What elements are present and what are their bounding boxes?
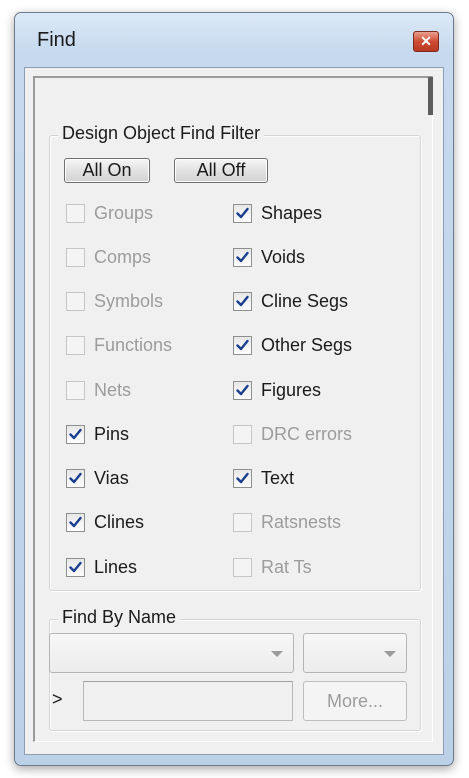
name-prompt-icon: >	[52, 689, 63, 709]
filter-checkbox-label: Voids	[261, 246, 306, 267]
filter-checkbox-label: Other Segs	[261, 335, 353, 356]
find-filter-group-label: Design Object Find Filter	[58, 123, 265, 144]
filter-checkbox-drc-errors[interactable]: DRC errors	[233, 420, 352, 448]
filter-checkbox-label: Rat Ts	[261, 556, 312, 577]
checkbox-unchecked[interactable]	[233, 513, 252, 533]
all-on-button[interactable]: All On	[64, 158, 150, 183]
checkmark-icon	[236, 472, 249, 484]
title-bar[interactable]: Find ✕	[15, 13, 453, 67]
checkmark-icon	[236, 384, 249, 395]
filter-checkbox-clines[interactable]: Clines	[66, 509, 144, 537]
close-button[interactable]: ✕	[413, 31, 439, 52]
filter-checkbox-label: Pins	[94, 423, 130, 444]
find-by-name-group-label: Find By Name	[58, 607, 181, 628]
checkmark-icon	[69, 472, 82, 484]
window-title: Find	[37, 29, 76, 51]
checkbox-checked[interactable]	[233, 336, 252, 356]
checkbox-checked[interactable]	[233, 469, 252, 488]
checkbox-checked[interactable]	[66, 513, 85, 533]
checkbox-unchecked[interactable]	[233, 424, 252, 444]
filter-checkbox-label: Groups	[94, 202, 154, 223]
filter-checkbox-label: Clines	[94, 512, 145, 533]
filter-checkbox-label: DRC errors	[261, 423, 353, 444]
filter-checkbox-text[interactable]: Text	[233, 465, 294, 493]
checkbox-unchecked[interactable]	[66, 380, 85, 400]
checkbox-unchecked[interactable]	[233, 557, 252, 577]
checkbox-checked[interactable]	[66, 557, 85, 577]
checkbox-checked[interactable]	[66, 469, 85, 488]
filter-checkbox-label: Vias	[94, 468, 129, 488]
filter-checkbox-lines[interactable]: Lines	[66, 553, 137, 581]
filter-checkbox-comps[interactable]: Comps	[66, 243, 151, 271]
checkmark-icon	[236, 295, 249, 307]
checkbox-unchecked[interactable]	[66, 247, 85, 267]
find-filter-group: Design Object Find Filter All On All Off…	[49, 123, 421, 591]
all-off-button[interactable]: All Off	[174, 158, 268, 183]
filter-checkbox-functions[interactable]: Functions	[66, 332, 172, 360]
close-icon: ✕	[420, 33, 432, 49]
checkmark-icon	[69, 428, 82, 439]
chevron-down-icon	[384, 651, 396, 657]
object-type-select[interactable]	[49, 633, 294, 673]
dialog-client-area: Design Object Find Filter All On All Off…	[24, 67, 444, 755]
filter-checkbox-cline-segs[interactable]: Cline Segs	[233, 288, 348, 316]
checkbox-unchecked[interactable]	[66, 336, 85, 356]
checkbox-checked[interactable]	[233, 203, 252, 223]
filter-checkbox-rat-ts[interactable]: Rat Ts	[233, 553, 312, 581]
filter-checkbox-label: Figures	[261, 379, 322, 400]
checkbox-checked[interactable]	[233, 247, 252, 267]
filter-checkbox-groups[interactable]: Groups	[66, 199, 153, 227]
filter-checkbox-label: Shapes	[261, 202, 323, 223]
name-mode-select[interactable]	[303, 633, 407, 673]
checkbox-checked[interactable]	[233, 292, 252, 311]
filter-checkbox-voids[interactable]: Voids	[233, 243, 305, 271]
checkbox-unchecked[interactable]	[66, 292, 85, 311]
checkbox-checked[interactable]	[233, 380, 252, 400]
checkbox-checked[interactable]	[66, 424, 85, 444]
name-input[interactable]	[83, 681, 293, 721]
filter-checkbox-figures[interactable]: Figures	[233, 376, 321, 404]
checkmark-icon	[69, 517, 82, 528]
checkmark-icon	[236, 340, 249, 351]
checkmark-icon	[69, 561, 82, 572]
more-button[interactable]: More...	[303, 681, 407, 721]
filter-checkbox-other-segs[interactable]: Other Segs	[233, 332, 352, 360]
checkmark-icon	[236, 251, 249, 262]
filter-checkbox-vias[interactable]: Vias	[66, 465, 129, 493]
chevron-down-icon	[271, 651, 283, 657]
find-window: Find ✕ Design Object Find Filter All On …	[14, 12, 454, 766]
filter-checkbox-label: Text	[261, 468, 295, 488]
filter-checkbox-symbols[interactable]: Symbols	[66, 288, 163, 316]
checkbox-unchecked[interactable]	[66, 203, 85, 223]
filter-checkbox-label: Symbols	[94, 291, 164, 311]
filter-checkbox-ratsnests[interactable]: Ratsnests	[233, 509, 341, 537]
filter-checkbox-pins[interactable]: Pins	[66, 420, 129, 448]
filter-checkbox-label: Ratsnests	[261, 512, 342, 533]
panel-scrollbar[interactable]	[428, 77, 433, 115]
checkmark-icon	[236, 207, 249, 218]
find-by-name-group: Find By Name > More...	[49, 607, 421, 731]
filter-checkbox-shapes[interactable]: Shapes	[233, 199, 322, 227]
filter-checkbox-label: Cline Segs	[261, 291, 349, 311]
filter-checkbox-label: Comps	[94, 246, 152, 267]
filter-checkbox-label: Functions	[94, 335, 173, 356]
filter-checkbox-nets[interactable]: Nets	[66, 376, 131, 404]
filter-checkbox-label: Nets	[94, 379, 132, 400]
find-panel: Design Object Find Filter All On All Off…	[33, 76, 433, 742]
filter-checkbox-label: Lines	[94, 556, 138, 577]
